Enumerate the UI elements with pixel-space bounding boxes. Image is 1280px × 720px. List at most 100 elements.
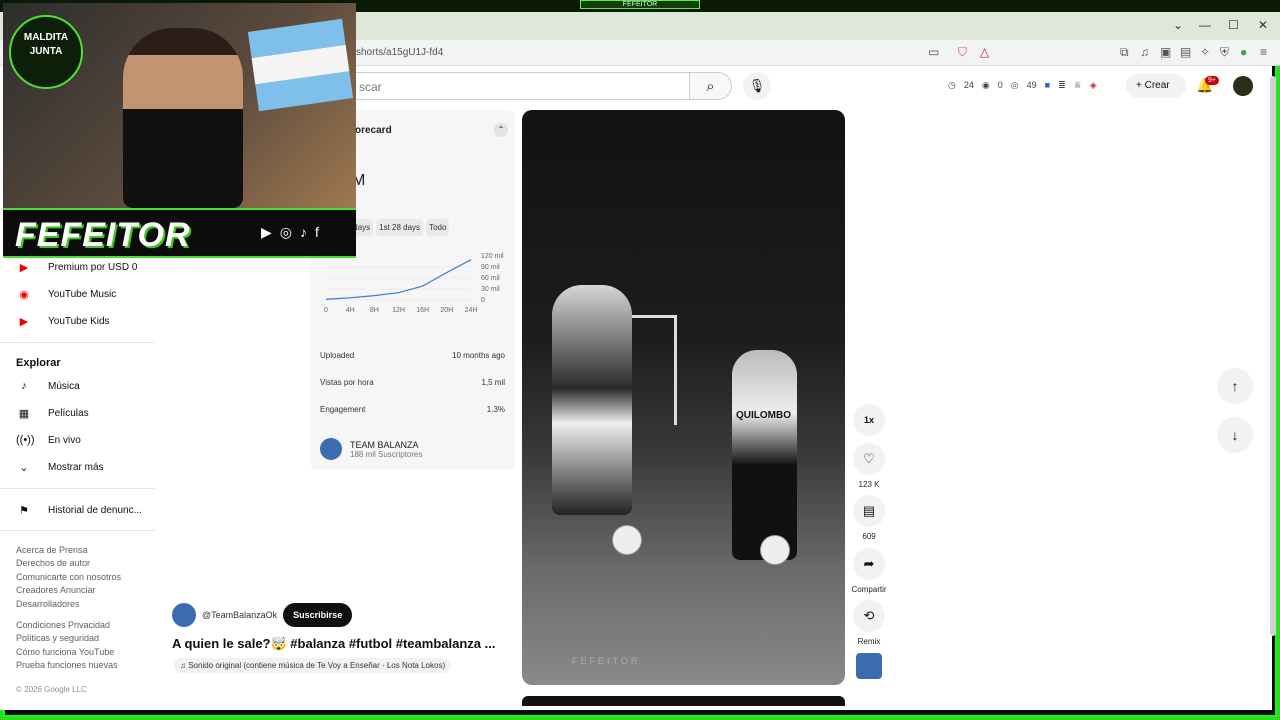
music-note-icon: ♪ bbox=[21, 380, 27, 392]
footer-line[interactable]: Creadores Anunciar bbox=[16, 585, 96, 595]
row-label: Vistas por hora bbox=[320, 378, 374, 387]
sidebar-item-history[interactable]: ⚑ Historial de denunc... bbox=[16, 504, 142, 517]
row-label: Uploaded bbox=[320, 351, 355, 360]
stat-2: 0 bbox=[997, 80, 1003, 90]
player-right bbox=[732, 350, 797, 560]
remix-button[interactable]: ⟲ Remix bbox=[851, 600, 887, 646]
stat-3: 49 bbox=[1026, 80, 1037, 90]
filter-chip[interactable]: 1st 28 days bbox=[376, 219, 424, 236]
tab-list-icon[interactable]: ⌄ bbox=[1173, 18, 1183, 32]
account-avatar[interactable] bbox=[1233, 76, 1253, 96]
extension-stats: ◷ 24 ◉ 0 ◎ 49 ■ ≣ ♕ ◈ bbox=[948, 80, 1097, 91]
plus-icon: + bbox=[1136, 80, 1145, 91]
facebook-icon: f bbox=[315, 224, 319, 240]
copyright: © 2026 Google LLC bbox=[16, 685, 87, 694]
video-channel[interactable]: @TeamBalanzaOk Suscribirse bbox=[172, 603, 353, 627]
like-button[interactable]: ♡ 123 K bbox=[851, 443, 887, 489]
brave-rewards-icon[interactable]: △ bbox=[980, 45, 989, 59]
footer-line[interactable]: Prueba funciones nuevas bbox=[16, 660, 118, 670]
sidebar-item-musica[interactable]: ♪ Música bbox=[16, 380, 80, 392]
sidebar-item-label: Películas bbox=[48, 408, 89, 419]
minimize-icon[interactable]: — bbox=[1199, 18, 1211, 32]
sidebar-icon[interactable]: ▣ bbox=[1160, 45, 1171, 59]
music-icon[interactable]: ♫ bbox=[1140, 45, 1149, 59]
create-button[interactable]: + Crear bbox=[1126, 74, 1186, 98]
flag-icon: ⚑ bbox=[19, 505, 29, 517]
y-tick-label: 90 mil bbox=[481, 264, 500, 271]
instagram-icon: ◎ bbox=[279, 224, 292, 240]
scorecard-channel[interactable]: TEAM BALANZA 188 mil Suscriptores bbox=[320, 438, 422, 460]
sidebar-item-premium[interactable]: ▶ Premium por USD 0 bbox=[16, 261, 138, 274]
voice-search-button[interactable]: 🎙 bbox=[743, 72, 771, 100]
speed-button[interactable]: 1x bbox=[851, 404, 887, 436]
previous-short-button[interactable]: ↑ bbox=[1217, 368, 1253, 404]
youtube-music-icon: ◉ bbox=[19, 289, 29, 301]
footer-line[interactable]: Cómo funciona YouTube bbox=[16, 647, 114, 657]
brave-shield-icon[interactable]: ⛉ bbox=[958, 45, 967, 60]
short-video-player[interactable]: QUILOMBO FEFEITOR bbox=[522, 110, 845, 685]
maximize-icon[interactable]: ☐ bbox=[1228, 18, 1239, 32]
row-label: Engagement bbox=[320, 405, 366, 414]
collapse-button[interactable]: ⌃ bbox=[494, 123, 508, 137]
footer-line[interactable]: Derechos de autor bbox=[16, 558, 90, 568]
maldita-junta-logo: MALDITA JUNTA bbox=[9, 15, 83, 89]
extension-icon[interactable]: ⧉ bbox=[1120, 45, 1129, 60]
badge-icon[interactable]: ■ bbox=[1045, 80, 1050, 91]
search-input[interactable]: scar bbox=[340, 72, 690, 100]
subscribe-button[interactable]: Suscribirse bbox=[283, 603, 353, 627]
film-icon: ▦ bbox=[18, 408, 30, 420]
sidebar-divider bbox=[0, 342, 155, 343]
filter-chip[interactable]: Todo bbox=[426, 219, 450, 236]
vpn-icon[interactable]: ⛨ bbox=[1220, 45, 1229, 60]
youtube-kids-icon: ▶ bbox=[19, 316, 29, 328]
notification-badge: 9+ bbox=[1205, 76, 1219, 85]
x-tick-label: 24H bbox=[465, 307, 478, 314]
sound-chip[interactable]: ♫ Sonido original (contiene música de Te… bbox=[174, 658, 452, 673]
youtube-icon: ▶ bbox=[261, 224, 272, 240]
footer-line[interactable]: Condiciones Privacidad bbox=[16, 620, 110, 630]
share-button[interactable]: ➦ Compartir bbox=[849, 548, 889, 594]
x-tick-label: 16H bbox=[416, 307, 429, 314]
speed-label: 1x bbox=[853, 404, 885, 436]
tiktok-icon: ♪ bbox=[300, 224, 307, 240]
sidebar-item-label: Música bbox=[48, 380, 80, 392]
next-short-button[interactable]: ↓ bbox=[1217, 417, 1253, 453]
sidebar-item-music[interactable]: ◉ YouTube Music bbox=[16, 288, 116, 301]
sound-thumbnail[interactable] bbox=[856, 653, 882, 679]
scorecard-row-uploaded: Uploaded 10 months ago bbox=[320, 351, 505, 360]
eye-icon: ◉ bbox=[981, 80, 990, 90]
top-tag: FEFEITOR bbox=[580, 0, 700, 9]
sidebar-item-mostrar-mas[interactable]: ⌄ Mostrar más bbox=[16, 461, 103, 474]
footer-line[interactable]: Desarrolladores bbox=[16, 599, 80, 609]
alert-icon[interactable]: ◈ bbox=[1090, 80, 1097, 91]
comments-button[interactable]: ▤ 609 bbox=[851, 495, 887, 541]
logo-text-1: MALDITA bbox=[23, 32, 69, 43]
url-text[interactable]: shorts/a15gU1J-fd4 bbox=[356, 47, 443, 58]
cast-icon[interactable]: ▭ bbox=[928, 45, 939, 59]
sidebar-divider bbox=[0, 488, 155, 489]
close-icon[interactable]: ✕ bbox=[1258, 18, 1268, 32]
comment-count: 609 bbox=[862, 532, 876, 541]
sidebar-item-en-vivo[interactable]: ((•)) En vivo bbox=[16, 434, 81, 446]
video-overlay-watermark: FEFEITOR bbox=[572, 656, 641, 666]
footer-line[interactable]: Comunicarte con nosotros bbox=[16, 572, 121, 582]
footer-line[interactable]: Acerca de Prensa bbox=[16, 545, 88, 555]
sidebar-item-kids[interactable]: ▶ YouTube Kids bbox=[16, 315, 110, 328]
profile-dot-icon[interactable]: ● bbox=[1240, 45, 1247, 59]
channel-avatar bbox=[320, 438, 342, 460]
sidebar-item-label: Premium por USD 0 bbox=[48, 262, 138, 273]
leo-icon[interactable]: ✧ bbox=[1200, 45, 1210, 59]
trophy-icon[interactable]: ♕ bbox=[1074, 80, 1082, 91]
x-tick-label: 4H bbox=[346, 307, 355, 314]
channel-handle[interactable]: @TeamBalanzaOk bbox=[202, 610, 277, 620]
page-scrollbar[interactable] bbox=[1270, 76, 1276, 636]
search-button[interactable]: ⌕ bbox=[690, 72, 732, 100]
footer-line[interactable]: Políticas y seguridad bbox=[16, 633, 99, 643]
video-channel-avatar[interactable] bbox=[172, 603, 196, 627]
menu-icon[interactable]: ≡ bbox=[1260, 45, 1267, 59]
y-tick-label: 0 bbox=[481, 297, 485, 304]
wallet-icon[interactable]: ▤ bbox=[1180, 45, 1191, 59]
sidebar-item-label: En vivo bbox=[48, 434, 81, 446]
list-icon[interactable]: ≣ bbox=[1058, 80, 1066, 91]
sidebar-item-peliculas[interactable]: ▦ Películas bbox=[16, 407, 89, 420]
